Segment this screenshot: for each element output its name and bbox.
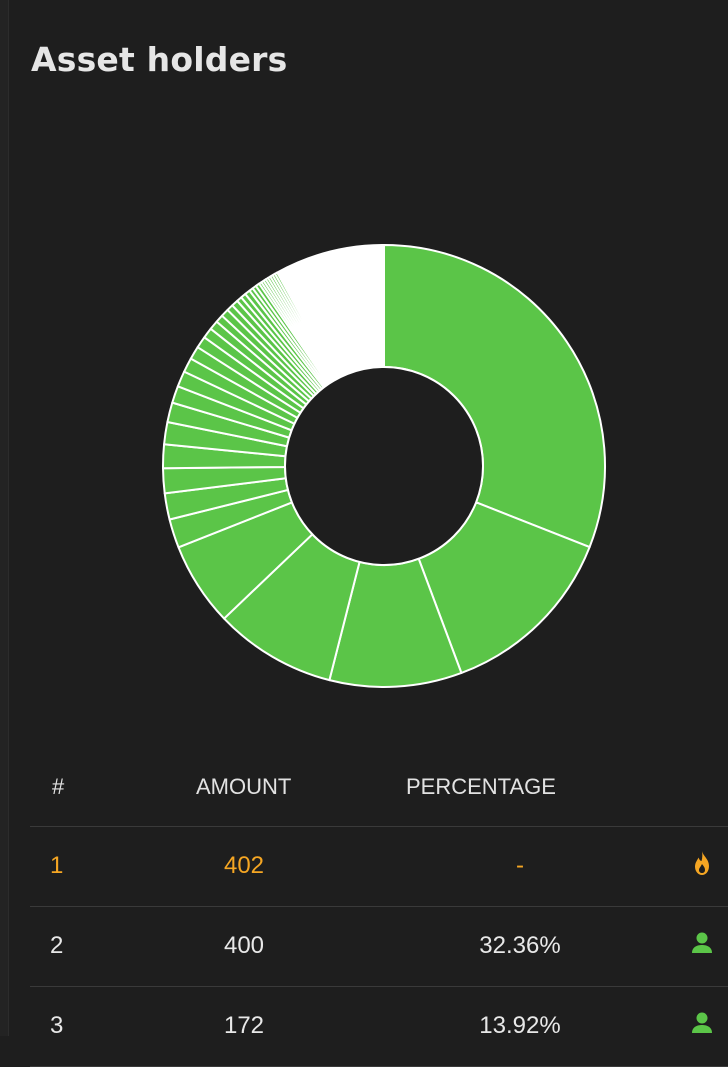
donut-hole <box>284 366 484 566</box>
header-rank: # <box>52 774 65 799</box>
row-rank: 1 <box>50 852 64 879</box>
row-rank: 2 <box>50 932 64 959</box>
table-row[interactable]: 2 400 32.36% <box>30 907 728 987</box>
holders-donut-chart <box>162 243 606 688</box>
user-icon <box>692 1012 712 1033</box>
holders-table: # AMOUNT PERCENTAGE 1 402 - 2 400 32.36%… <box>30 748 728 1067</box>
table-row[interactable]: 3 172 13.92% <box>30 987 728 1067</box>
table-row[interactable]: 1 402 - <box>30 827 728 907</box>
user-icon <box>692 932 712 953</box>
header-amount: AMOUNT <box>196 774 292 799</box>
header-percentage: PERCENTAGE <box>406 774 556 799</box>
fire-icon <box>695 851 709 875</box>
table-header: # AMOUNT PERCENTAGE <box>30 748 728 827</box>
